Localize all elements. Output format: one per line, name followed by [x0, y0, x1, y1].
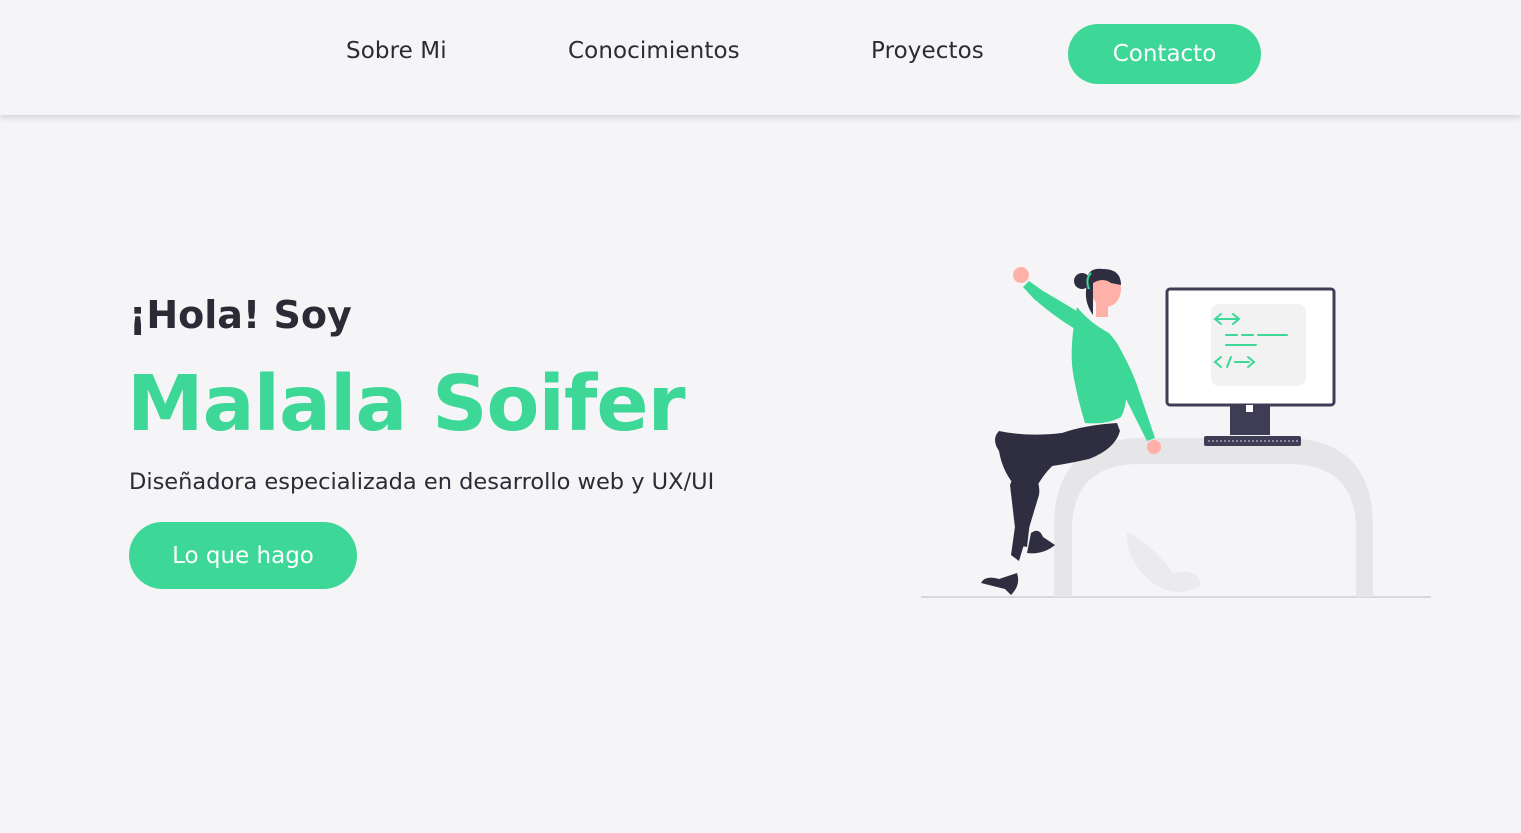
contact-button[interactable]: Contacto: [1068, 24, 1261, 84]
plant-decoration: [1126, 532, 1201, 593]
hero-subtitle: Diseñadora especializada en desarrollo w…: [129, 469, 715, 495]
desk-arch: [1054, 438, 1373, 597]
hero-name: Malala Soifer: [127, 360, 686, 449]
woman-shoe-left: [981, 573, 1019, 595]
woman-raised-arm: [1023, 281, 1080, 329]
nav-link-conocimientos[interactable]: Conocimientos: [568, 38, 740, 64]
nav-link-sobre-mi[interactable]: Sobre Mi: [346, 38, 447, 64]
hero-illustration: [921, 267, 1431, 598]
woman-hand-raised: [1013, 267, 1029, 283]
monitor-button: [1246, 405, 1253, 412]
nav-link-proyectos[interactable]: Proyectos: [871, 38, 984, 64]
woman-shoe-right: [1027, 530, 1055, 554]
woman-hand-desk: [1147, 440, 1161, 454]
what-i-do-button[interactable]: Lo que hago: [129, 522, 357, 589]
top-navbar: Sobre Mi Conocimientos Proyectos Contact…: [0, 0, 1521, 115]
hero-greeting: ¡Hola! Soy: [129, 293, 352, 337]
